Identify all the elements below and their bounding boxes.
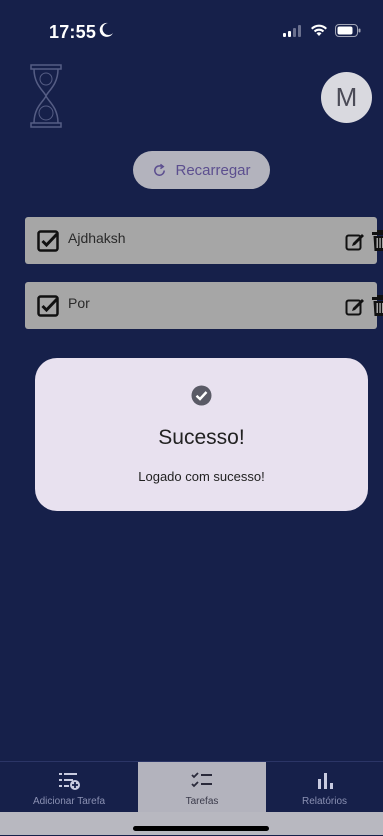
success-toast: Sucesso! Logado com sucesso! [35,358,368,511]
tab-label: Tarefas [185,796,219,807]
tab-adicionar-tarefa[interactable]: Adicionar Tarefa [0,762,138,813]
tab-label: Adicionar Tarefa [32,796,106,807]
refresh-icon [154,163,166,176]
home-indicator-area [0,812,383,835]
status-bar: 17:55 [0,0,383,60]
task-list-icon [191,772,212,788]
battery-icon [335,24,361,37]
add-task-icon [59,773,80,790]
checkbox-checked-icon[interactable] [37,230,59,252]
task-name: Ajdhaksh [68,230,126,246]
task-card[interactable]: Ajdhaksh [25,217,383,264]
moon-icon [99,22,113,37]
check-circle-icon [191,385,212,406]
tab-relatorios[interactable]: Relatórios [266,762,383,813]
status-time: 17:55 [49,22,97,42]
home-indicator[interactable] [133,826,269,831]
tab-tarefas[interactable]: Tarefas [138,762,266,813]
toast-title: Sucesso! [158,426,245,449]
checkbox-checked-icon[interactable] [37,295,59,317]
task-card[interactable]: Por [25,282,383,329]
edit-icon[interactable] [345,231,365,251]
wifi-icon [311,24,327,36]
edit-icon[interactable] [345,296,365,316]
status-icons [283,24,361,37]
trash-icon[interactable] [372,295,383,316]
trash-icon[interactable] [372,230,383,251]
reload-button[interactable]: Recarregar [133,151,270,189]
bar-chart-icon [317,773,333,789]
toast-message: Logado com sucesso! [138,469,265,484]
avatar-initial: M [335,82,358,112]
signal-icon [283,24,301,37]
task-name: Por [68,295,90,311]
hourglass-logo-icon [30,64,62,128]
avatar[interactable]: M [321,72,372,123]
reload-button-label: Recarregar [175,161,251,179]
tab-label: Relatórios [301,796,348,807]
